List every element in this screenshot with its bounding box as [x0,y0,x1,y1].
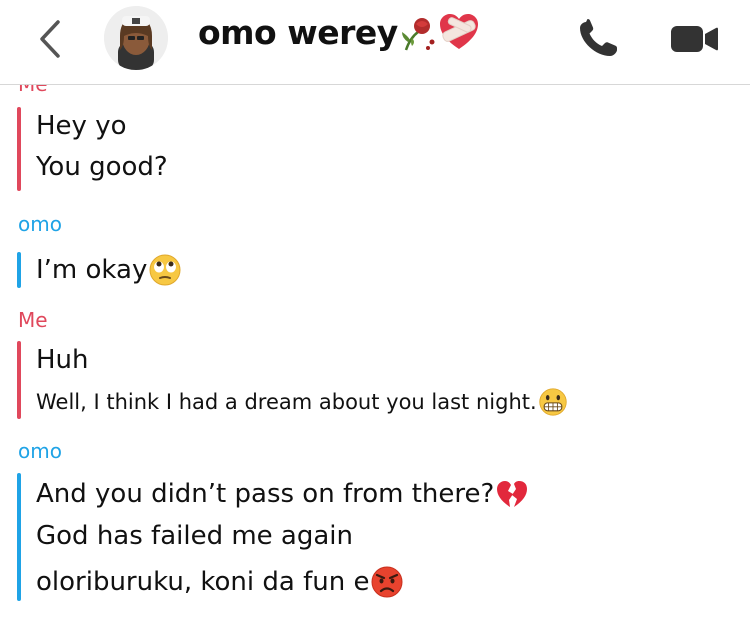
message-bar-me [17,341,21,419]
message-bar-me [17,107,21,191]
wilted-rose-icon [401,18,435,51]
video-call-button[interactable] [668,20,720,56]
sender-label-me: Me [18,85,48,96]
angry-face-icon [371,566,403,598]
message-text: Hey yo [36,111,127,141]
message-text: You good? [36,152,168,182]
video-camera-icon [671,26,718,52]
bitmoji-avatar-image [104,6,168,70]
message-text: Huh [36,345,89,375]
message-bar-omo [17,473,21,601]
mending-heart-icon [439,14,478,49]
message-bar-omo [17,252,21,288]
sender-label-me: Me [18,308,48,332]
message-text: I’m okay [36,255,148,285]
message-text: oloriburuku, koni da fun e [36,567,370,597]
message-line: I’m okay [36,253,182,287]
grimacing-face-icon [538,388,567,416]
chevron-left-icon [40,20,60,58]
message-line: And you didn’t pass on from there? [36,478,529,510]
avatar[interactable] [104,6,168,70]
message-text: Well, I think I had a dream about you la… [36,390,537,414]
eye-roll-face-icon [149,254,181,286]
chat-header: omo werey [0,0,750,85]
contact-name: omo werey [198,12,398,52]
message-text: And you didn’t pass on from there? [36,479,495,509]
back-button[interactable] [28,14,72,64]
broken-heart-icon [497,481,528,507]
sender-label-omo: omo [18,212,62,236]
sender-label-omo: omo [18,439,62,463]
message-text: God has failed me again [36,521,354,551]
message-line: oloriburuku, koni da fun e [36,565,404,599]
message-list[interactable]: Me Hey yo You good? omo I’m okay Me Huh … [0,85,750,624]
call-button[interactable] [576,18,622,58]
phone-icon [580,19,617,56]
chat-title[interactable]: omo werey [198,12,480,52]
message-line: Well, I think I had a dream about you la… [36,387,568,417]
